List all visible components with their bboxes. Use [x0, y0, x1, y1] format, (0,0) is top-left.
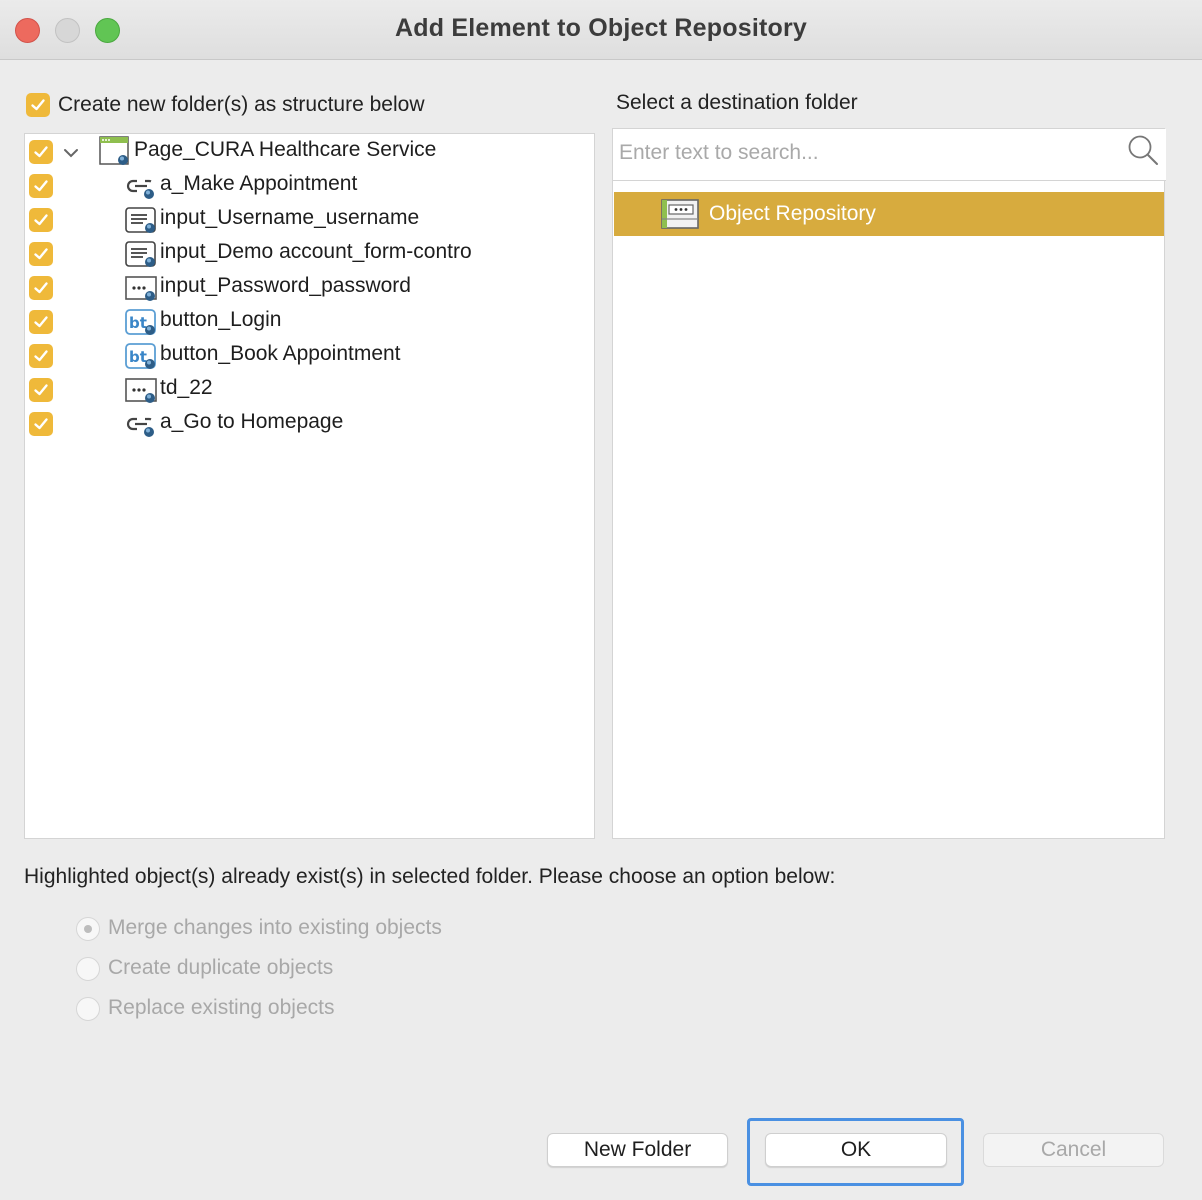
repository-icon [661, 199, 699, 229]
tree-item[interactable]: a_Make Appointment [25, 169, 594, 203]
cancel-button[interactable]: Cancel [983, 1133, 1164, 1167]
tree-item-checkbox[interactable] [29, 412, 53, 436]
tree-root-checkbox[interactable] [29, 140, 53, 164]
password-input-icon [125, 276, 157, 301]
tree-item[interactable]: bt button_Login [25, 305, 594, 339]
search-icon[interactable] [1125, 132, 1161, 168]
element-icon [125, 378, 157, 403]
checkmark-icon [34, 282, 48, 294]
tree-item[interactable]: input_Password_password [25, 271, 594, 305]
checkmark-icon [34, 418, 48, 430]
tree-item[interactable]: bt button_Book Appointment [25, 339, 594, 373]
folder-item-object-repository[interactable]: Object Repository [614, 192, 1164, 236]
checkmark-icon [34, 350, 48, 362]
merge-option-label: Merge changes into existing objects [108, 916, 442, 939]
tree-item[interactable]: input_Demo account_form-contro [25, 237, 594, 271]
tree-root-label: Page_CURA Healthcare Service [134, 138, 437, 161]
tree-item-label: td_22 [160, 376, 213, 399]
checkmark-icon [31, 99, 45, 111]
tree-item[interactable]: td_22 [25, 373, 594, 407]
title-bar: Add Element to Object Repository [0, 0, 1202, 60]
button-icon: bt [125, 343, 156, 369]
svg-text:bt: bt [129, 314, 147, 332]
svg-text:bt: bt [129, 348, 147, 366]
tree-item-label: input_Username_username [160, 206, 420, 229]
search-input[interactable] [617, 135, 1117, 171]
merge-radio[interactable] [76, 917, 100, 941]
tree-item-checkbox[interactable] [29, 378, 53, 402]
window-title: Add Element to Object Repository [394, 14, 807, 42]
new-folder-button[interactable]: New Folder [547, 1133, 728, 1167]
tree-item-checkbox[interactable] [29, 276, 53, 300]
checkmark-icon [34, 146, 48, 158]
tree-item-checkbox[interactable] [29, 174, 53, 198]
tree-item-checkbox[interactable] [29, 310, 53, 334]
duplicate-radio[interactable] [76, 957, 100, 981]
checkmark-icon [34, 214, 48, 226]
tree-item[interactable]: input_Username_username [25, 203, 594, 237]
tree-item-label: a_Make Appointment [160, 172, 358, 195]
tree-item-checkbox[interactable] [29, 242, 53, 266]
page-icon [99, 136, 129, 165]
tree-item-checkbox[interactable] [29, 208, 53, 232]
duplicate-option-label: Create duplicate objects [108, 956, 334, 979]
checkmark-icon [34, 316, 48, 328]
folder-item-label: Object Repository [709, 202, 876, 225]
link-icon [126, 179, 154, 199]
text-input-icon [125, 207, 156, 233]
link-icon [126, 417, 154, 437]
replace-radio[interactable] [76, 997, 100, 1021]
element-tree[interactable]: Page_CURA Healthcare Service a_Make Appo… [24, 133, 595, 839]
destination-folder-label: Select a destination folder [616, 91, 858, 114]
button-icon: bt [125, 309, 156, 335]
tree-item-label: button_Login [160, 308, 282, 331]
checkmark-icon [34, 248, 48, 260]
text-input-icon [125, 241, 156, 267]
chevron-down-icon[interactable] [61, 143, 81, 163]
ok-button[interactable]: OK [765, 1133, 947, 1167]
checkmark-icon [34, 180, 48, 192]
tree-item-checkbox[interactable] [29, 344, 53, 368]
checkmark-icon [34, 384, 48, 396]
destination-folder-panel[interactable]: Object Repository [612, 128, 1166, 839]
tree-item-label: button_Book Appointment [160, 342, 401, 365]
create-folder-structure-checkbox[interactable] [26, 93, 50, 117]
tree-item-label: a_Go to Homepage [160, 410, 344, 433]
create-folder-structure-label: Create new folder(s) as structure below [58, 93, 425, 116]
conflict-message: Highlighted object(s) already exist(s) i… [24, 865, 836, 888]
search-box [613, 129, 1166, 181]
tree-root-row[interactable]: Page_CURA Healthcare Service [25, 135, 594, 169]
tree-item-label: input_Password_password [160, 274, 411, 297]
replace-option-label: Replace existing objects [108, 996, 335, 1019]
tree-item-label: input_Demo account_form-contro [160, 240, 472, 263]
tree-item[interactable]: a_Go to Homepage [25, 407, 594, 441]
